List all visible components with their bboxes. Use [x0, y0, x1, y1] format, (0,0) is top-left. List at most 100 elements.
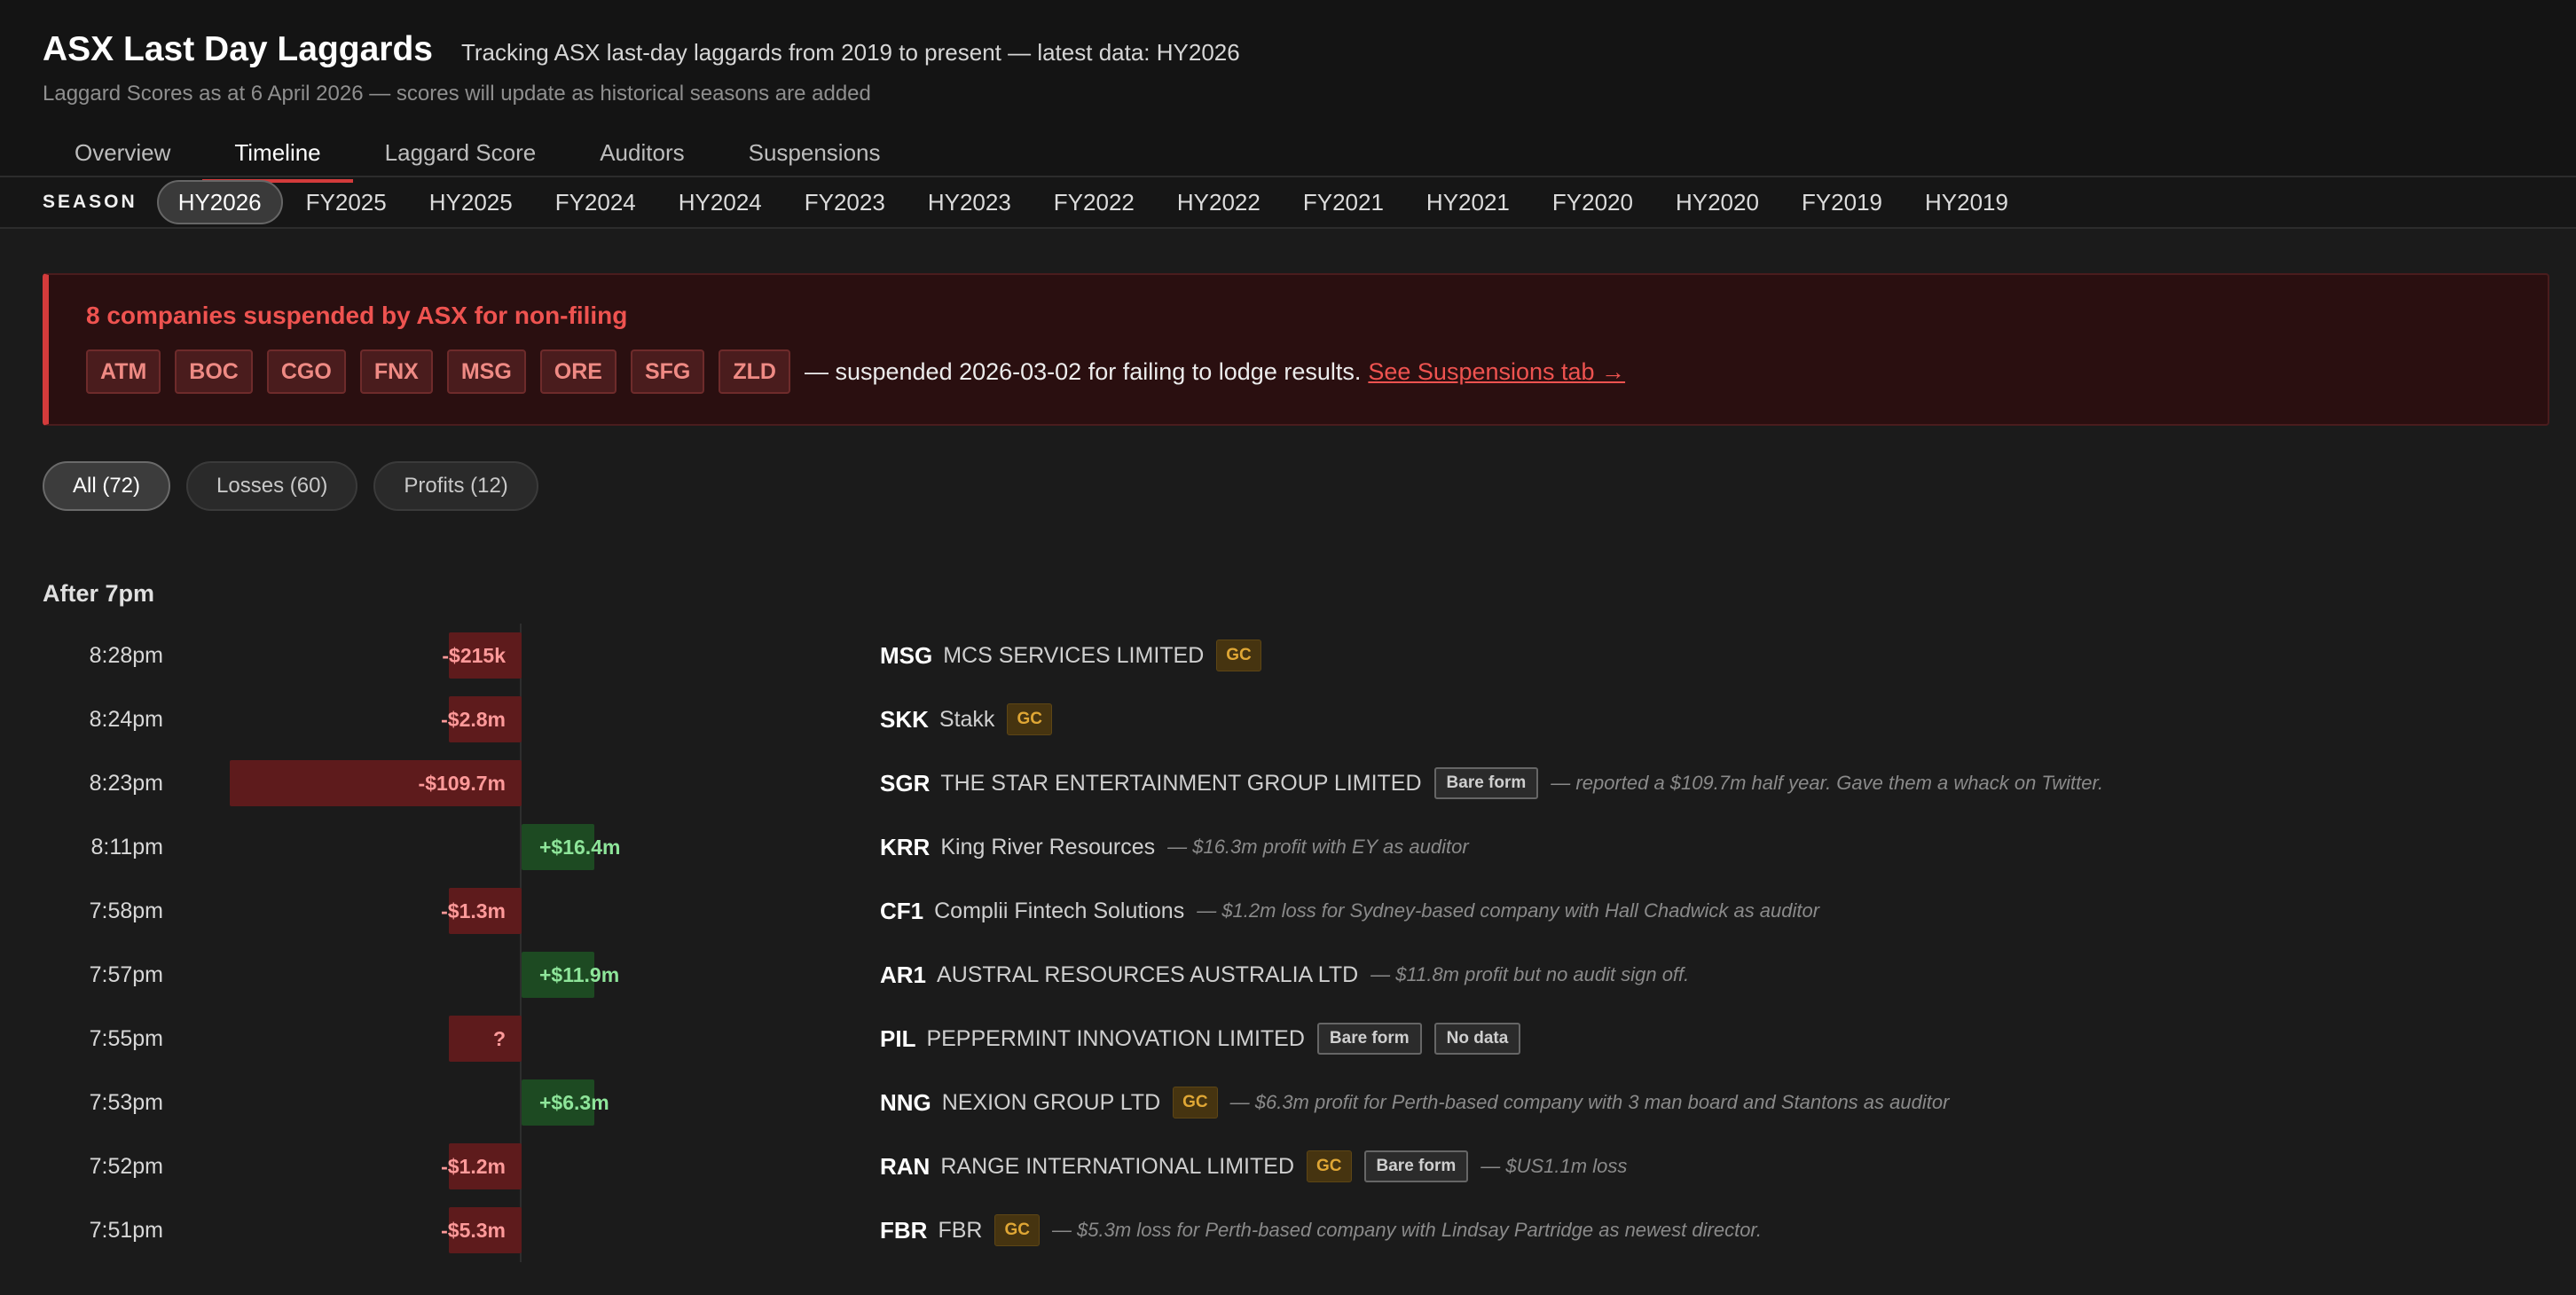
- value-bar[interactable]: +$6.3m: [522, 1079, 609, 1126]
- section-title: After 7pm: [43, 580, 155, 607]
- season-fy2019[interactable]: FY2019: [1782, 180, 1902, 224]
- season-fy2022[interactable]: FY2022: [1034, 180, 1154, 224]
- company-ticker[interactable]: NNG: [880, 1089, 931, 1117]
- suspended-code-sfg[interactable]: SFG: [630, 349, 705, 394]
- company-name: AUSTRAL RESOURCES AUSTRALIA LTD: [937, 961, 1359, 987]
- tab-overview[interactable]: Overview: [43, 126, 202, 183]
- season-hy2023[interactable]: HY2023: [908, 180, 1031, 224]
- suspended-code-fnx[interactable]: FNX: [359, 349, 433, 394]
- season-fy2023[interactable]: FY2023: [785, 180, 905, 224]
- bare-form-badge: Bare form: [1433, 767, 1539, 799]
- company-note: — $6.3m profit for Perth-based company w…: [1229, 1091, 1950, 1113]
- tab-suspensions[interactable]: Suspensions: [717, 126, 913, 183]
- bar-value-label: -$215k: [442, 643, 506, 667]
- company-info: FBR FBR GC — $5.3m loss for Perth-based com…: [880, 1198, 1762, 1262]
- table-row[interactable]: 7:52pm -$1.2m RAN RANGE INTERNATIONAL LIMIT…: [0, 1134, 2576, 1198]
- bar-value-label: +$16.4m: [539, 835, 621, 859]
- company-info: SKK Stakk GC: [880, 687, 1064, 751]
- value-bar[interactable]: ?: [449, 1016, 522, 1062]
- suspended-code-zld[interactable]: ZLD: [719, 349, 790, 394]
- company-note: — $11.8m profit but no audit sign off.: [1370, 963, 1690, 985]
- filter-losses-60[interactable]: Losses (60): [186, 461, 358, 511]
- scores-note: Laggard Scores as at 6 April 2026 — scor…: [43, 82, 871, 106]
- company-ticker[interactable]: PIL: [880, 1025, 915, 1053]
- value-bar[interactable]: -$2.8m: [441, 696, 522, 742]
- season-fy2021[interactable]: FY2021: [1284, 180, 1403, 224]
- value-bar[interactable]: -$215k: [442, 632, 522, 679]
- gc-badge: GC: [994, 1214, 1040, 1246]
- company-info: MSG MCS SERVICES LIMITED GC: [880, 624, 1274, 687]
- value-bar[interactable]: +$11.9m: [522, 952, 619, 998]
- tab-timeline[interactable]: Timeline: [202, 126, 353, 183]
- company-ticker[interactable]: MSG: [880, 642, 932, 670]
- table-row[interactable]: 7:53pm +$6.3m NNG NEXION GROUP LTD GC — $6.3m…: [0, 1071, 2576, 1134]
- company-name: NEXION GROUP LTD: [941, 1089, 1161, 1115]
- company-info: AR1 AUSTRAL RESOURCES AUSTRALIA LTD — $11.…: [880, 943, 1689, 1007]
- bar-value-label: +$11.9m: [539, 962, 620, 986]
- table-row[interactable]: 7:51pm -$5.3m FBR FBR GC — $5.3m loss for Per…: [0, 1198, 2576, 1262]
- company-ticker[interactable]: KRR: [880, 834, 930, 861]
- company-ticker[interactable]: SKK: [880, 706, 929, 734]
- company-ticker[interactable]: AR1: [880, 961, 926, 989]
- bar-value-label: -$1.2m: [441, 1154, 506, 1178]
- app-title: ASX Last Day Laggards: [43, 30, 433, 68]
- company-name: Complii Fintech Solutions: [934, 898, 1185, 923]
- company-info: SGR THE STAR ENTERTAINMENT GROUP LIMITED B…: [880, 751, 2103, 815]
- no-data-badge: No data: [1433, 1023, 1521, 1055]
- gc-badge: GC: [1173, 1087, 1218, 1118]
- row-time: 8:24pm: [89, 706, 163, 732]
- value-bar[interactable]: -$5.3m: [441, 1207, 522, 1253]
- company-ticker[interactable]: RAN: [880, 1153, 930, 1181]
- suspensions-tab-link[interactable]: See Suspensions tab →: [1368, 358, 1625, 386]
- suspended-code-atm[interactable]: ATM: [86, 349, 161, 394]
- value-bar[interactable]: -$1.2m: [441, 1143, 522, 1189]
- company-ticker[interactable]: CF1: [880, 898, 923, 925]
- company-name: Stakk: [939, 706, 995, 732]
- company-info: CF1 Complii Fintech Solutions — $1.2m loss…: [880, 879, 1819, 943]
- company-note: — reported a $109.7m half year. Gave the…: [1551, 772, 2104, 794]
- season-fy2024[interactable]: FY2024: [536, 180, 656, 224]
- alert-title: 8 companies suspended by ASX for non-fil…: [86, 302, 628, 329]
- season-hy2026[interactable]: HY2026: [156, 180, 283, 224]
- suspended-code-boc[interactable]: BOC: [175, 349, 253, 394]
- bar-value-label: -$109.7m: [418, 771, 506, 795]
- company-ticker[interactable]: FBR: [880, 1217, 927, 1244]
- table-row[interactable]: 7:58pm -$1.3m CF1 Complii Fintech Solutions…: [0, 879, 2576, 943]
- season-hy2022[interactable]: HY2022: [1158, 180, 1280, 224]
- suspended-code-cgo[interactable]: CGO: [266, 349, 346, 394]
- company-ticker[interactable]: SGR: [880, 770, 930, 797]
- row-time: 7:55pm: [89, 1025, 163, 1051]
- bar-value-label: -$2.8m: [441, 707, 506, 731]
- value-bar[interactable]: -$109.7m: [230, 760, 522, 806]
- table-row[interactable]: 7:57pm +$11.9m AR1 AUSTRAL RESOURCES AUSTRA…: [0, 943, 2576, 1007]
- season-hy2019[interactable]: HY2019: [1905, 180, 2028, 224]
- tab-laggard-score[interactable]: Laggard Score: [353, 126, 569, 183]
- table-row[interactable]: 8:23pm -$109.7m SGR THE STAR ENTERTAINMENT …: [0, 751, 2576, 815]
- season-label: SEASON: [43, 192, 137, 212]
- suspended-code-ore[interactable]: ORE: [539, 349, 617, 394]
- season-fy2020[interactable]: FY2020: [1533, 180, 1653, 224]
- row-time: 7:58pm: [89, 898, 163, 923]
- value-bar[interactable]: -$1.3m: [441, 888, 522, 934]
- season-fy2025[interactable]: FY2025: [287, 180, 406, 224]
- row-time: 8:23pm: [89, 770, 163, 796]
- value-bar[interactable]: +$16.4m: [522, 824, 620, 870]
- filter-all-72[interactable]: All (72): [43, 461, 171, 511]
- gc-badge: GC: [1216, 640, 1261, 671]
- table-row[interactable]: 8:11pm +$16.4m KRR King River Resources — $1…: [0, 815, 2576, 879]
- suspended-code-msg[interactable]: MSG: [446, 349, 526, 394]
- bare-form-badge: Bare form: [1316, 1023, 1422, 1055]
- season-hy2024[interactable]: HY2024: [659, 180, 781, 224]
- season-bar: SEASON HY2026 FY2025 HY2025 FY2024 HY2024 FY2…: [0, 177, 2576, 229]
- table-row[interactable]: 8:24pm -$2.8m SKK Stakk GC: [0, 687, 2576, 751]
- table-row[interactable]: 7:55pm? PIL PEPPERMINT INNOVATION LIMITED B…: [0, 1007, 2576, 1071]
- season-hy2020[interactable]: HY2020: [1656, 180, 1779, 224]
- season-hy2021[interactable]: HY2021: [1407, 180, 1529, 224]
- filter-profits-12[interactable]: Profits (12): [373, 461, 538, 511]
- season-hy2025[interactable]: HY2025: [410, 180, 532, 224]
- main-tabs: Overview Timeline Laggard Score Auditors Sus…: [43, 126, 2533, 183]
- bar-value-label: +$6.3m: [539, 1090, 609, 1114]
- table-row[interactable]: 8:28pm -$215k MSG MCS SERVICES LIMITED GC: [0, 624, 2576, 687]
- tab-auditors[interactable]: Auditors: [568, 126, 716, 183]
- company-name: MCS SERVICES LIMITED: [943, 642, 1205, 668]
